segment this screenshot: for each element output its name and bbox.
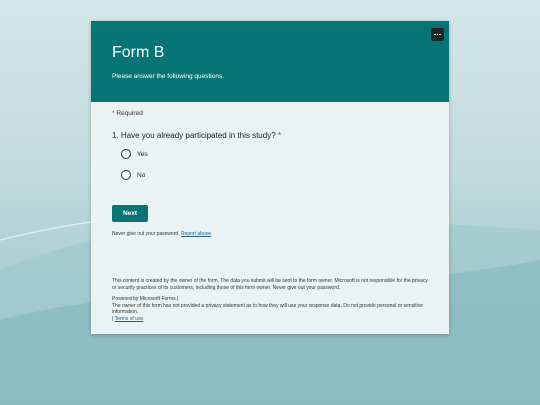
required-text: Required (116, 110, 143, 117)
option-no-label: No (137, 171, 146, 179)
form-subtitle: Please answer the following questions. (112, 73, 225, 80)
next-button[interactable]: Next (112, 205, 148, 222)
password-note: Never give out your password. Report abu… (112, 231, 211, 237)
question-text: 1. Have you already participated in this… (112, 131, 276, 140)
radio-no[interactable] (121, 170, 131, 180)
option-yes-label: Yes (137, 150, 148, 158)
option-no[interactable]: No (121, 170, 145, 180)
required-star: * (112, 110, 115, 117)
question-required-star: * (277, 131, 282, 140)
disclaimer-text: This content is created by the owner of … (112, 278, 428, 291)
radio-yes[interactable] (121, 149, 131, 159)
form-card: Form B Please answer the following quest… (91, 21, 449, 334)
form-header: Form B Please answer the following quest… (91, 21, 449, 102)
question-1: 1. Have you already participated in this… (112, 131, 281, 140)
required-note: * Required (112, 110, 143, 117)
option-yes[interactable]: Yes (121, 149, 148, 159)
footer-info: Powered by Microsoft Forms | The owner o… (112, 296, 432, 322)
privacy-note: The owner of this form has not provided … (112, 302, 423, 316)
terms-of-use-link[interactable]: Terms of use (115, 316, 144, 322)
more-options-button[interactable] (431, 28, 444, 41)
more-icon (433, 33, 441, 36)
terms-separator: | (112, 315, 114, 322)
form-title: Form B (112, 44, 165, 61)
password-note-text: Never give out your password. (112, 231, 180, 237)
report-abuse-link[interactable]: Report abuse (181, 231, 211, 237)
